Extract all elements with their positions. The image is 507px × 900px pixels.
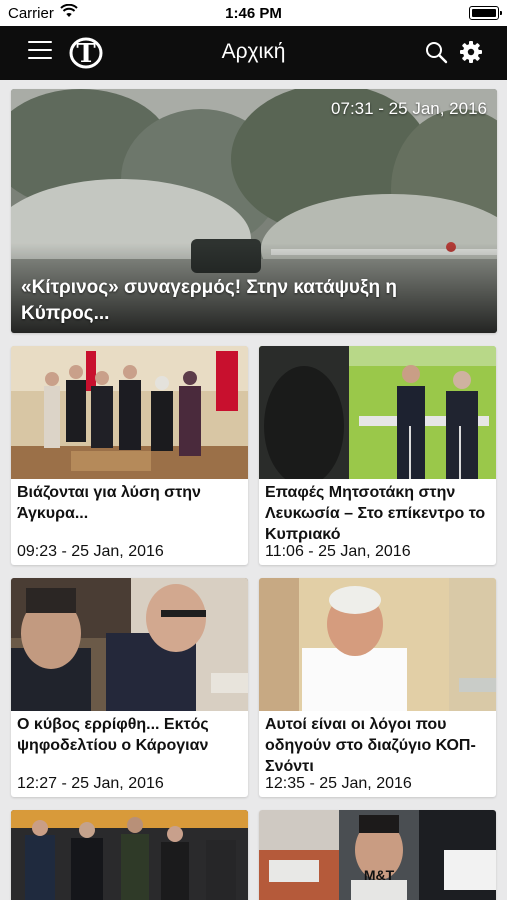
search-icon[interactable] xyxy=(424,40,448,64)
article-thumbnail xyxy=(11,578,248,711)
article-headline: Βιάζονται για λύση στην Άγκυρα... xyxy=(17,484,201,522)
clock: 1:46 PM xyxy=(225,5,282,22)
article-card[interactable]: Αυτοί είναι οι λόγοι που οδηγούν στο δια… xyxy=(259,578,496,797)
article-headline: Ο κύβος ερρίφθη... Εκτός ψηφοδελτίου ο Κ… xyxy=(17,716,209,754)
battery-icon xyxy=(469,6,502,20)
featured-article-headline: «Κίτρινος» συναγερμός! Στην κατάψυξη η Κ… xyxy=(21,277,397,324)
article-headline: Επαφές Μητσοτάκη στην Λευκωσία – Στο επί… xyxy=(265,484,486,543)
article-timestamp: 09:23 - 25 Jan, 2016 xyxy=(17,543,164,560)
featured-article[interactable]: 07:31 - 25 Jan, 2016 «Κίτρινος» συναγερμ… xyxy=(11,89,497,333)
article-thumbnail xyxy=(11,346,248,479)
article-timestamp: 11:06 - 25 Jan, 2016 xyxy=(265,543,411,560)
article-card[interactable]: Επαφές Μητσοτάκη στην Λευκωσία – Στο επί… xyxy=(259,346,496,565)
article-card[interactable]: Βιάζονται για λύση στην Άγκυρα... 09:23 … xyxy=(11,346,248,565)
article-thumbnail xyxy=(11,810,248,900)
article-thumbnail xyxy=(259,578,496,711)
article-headline: Αυτοί είναι οι λόγοι που οδηγούν στο δια… xyxy=(265,716,476,775)
navigation-bar: T Αρχική xyxy=(0,26,507,80)
photo-shirt-text: M&T xyxy=(364,867,395,883)
status-bar: Carrier 1:46 PM xyxy=(0,0,507,26)
settings-icon[interactable] xyxy=(459,40,483,64)
featured-article-timestamp: 07:31 - 25 Jan, 2016 xyxy=(331,99,487,118)
article-card[interactable]: M&T xyxy=(259,810,496,900)
article-timestamp: 12:27 - 25 Jan, 2016 xyxy=(17,775,164,792)
article-thumbnail xyxy=(259,346,496,479)
article-card[interactable] xyxy=(11,810,248,900)
article-timestamp: 12:35 - 25 Jan, 2016 xyxy=(265,775,412,792)
article-card[interactable]: Ο κύβος ερρίφθη... Εκτός ψηφοδελτίου ο Κ… xyxy=(11,578,248,797)
article-thumbnail: M&T xyxy=(259,810,496,900)
